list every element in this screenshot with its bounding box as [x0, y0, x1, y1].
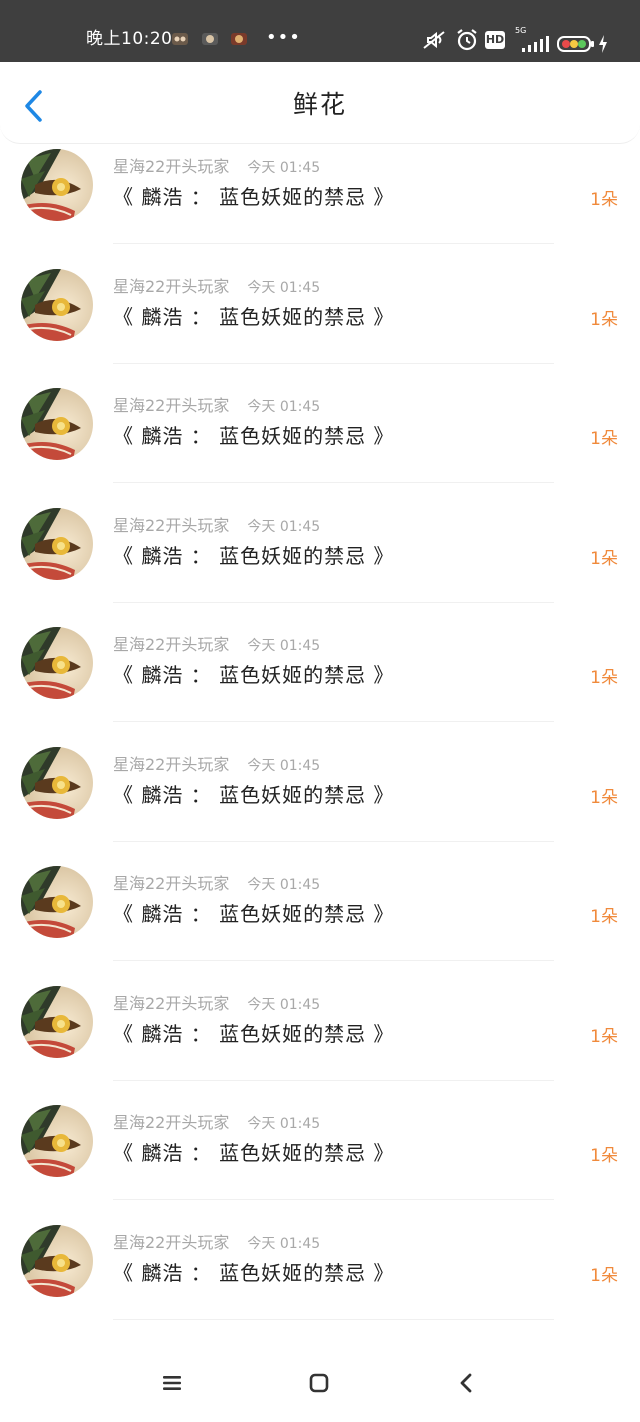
sender-name[interactable]: 星海22开头玩家	[113, 635, 229, 654]
avatar[interactable]	[21, 268, 93, 341]
flower-count: 1朵	[590, 1265, 618, 1286]
menu-icon[interactable]	[157, 1368, 187, 1398]
row-divider	[113, 1318, 554, 1320]
list-item[interactable]: 星海22开头玩家 今天 01:45 《 麟浩 ： 蓝色妖姬的禁忌 》 1朵	[0, 1100, 640, 1220]
page-title: 鲜花	[292, 90, 347, 119]
mute-icon	[423, 31, 445, 49]
record-time: 今天 01:45	[247, 1235, 321, 1252]
app-icon-c	[230, 31, 248, 47]
row-divider	[113, 721, 554, 722]
record-meta: 星海22开头玩家 今天 01:45	[113, 276, 320, 299]
back-chevron-icon[interactable]	[451, 1368, 481, 1398]
app-icon-a	[171, 31, 189, 47]
row-divider	[113, 840, 554, 842]
sender-name[interactable]: 星海22开头玩家	[113, 1233, 229, 1252]
record-time: 今天 01:45	[247, 996, 321, 1013]
book-title[interactable]: 《 麟浩 ： 蓝色妖姬的禁忌 》	[113, 661, 394, 689]
record-meta: 星海22开头玩家 今天 01:45	[113, 156, 320, 179]
alarm-icon	[457, 29, 477, 51]
system-nav-bar	[0, 1344, 640, 1422]
sender-name[interactable]: 星海22开头玩家	[113, 157, 229, 176]
row-divider	[113, 1199, 554, 1200]
avatar[interactable]	[21, 627, 93, 699]
record-meta: 星海22开头玩家 今天 01:45	[113, 754, 320, 777]
record-meta: 星海22开头玩家 今天 01:45	[113, 515, 320, 538]
signal-icon	[522, 36, 549, 52]
book-title[interactable]: 《 麟浩 ： 蓝色妖姬的禁忌 》	[113, 1259, 394, 1287]
flower-count: 1朵	[590, 668, 618, 688]
row-divider	[113, 362, 554, 364]
row-divider	[113, 243, 554, 244]
record-time: 今天 01:45	[247, 160, 321, 176]
row-divider	[113, 1079, 554, 1081]
avatar[interactable]	[21, 866, 93, 938]
row-divider	[113, 960, 554, 961]
record-time: 今天 01:45	[247, 1116, 321, 1132]
flower-count: 1朵	[590, 787, 618, 808]
sender-name[interactable]: 星海22开头玩家	[113, 994, 229, 1013]
record-meta: 星海22开头玩家 今天 01:45	[113, 395, 320, 418]
record-meta: 星海22开头玩家 今天 01:45	[113, 634, 320, 657]
record-meta: 星海22开头玩家 今天 01:45	[113, 993, 320, 1016]
flower-count: 1朵	[590, 429, 618, 449]
list-item[interactable]: 星海22开头玩家 今天 01:45 《 麟浩 ： 蓝色妖姬的禁忌 》 1朵	[0, 383, 640, 503]
home-square-icon[interactable]	[304, 1368, 334, 1398]
flower-record-list[interactable]: 星海22开头玩家 今天 01:45 《 麟浩 ： 蓝色妖姬的禁忌 》 1朵 星海22开…	[0, 144, 640, 1344]
flower-count: 1朵	[590, 1146, 618, 1166]
app-icon-b	[201, 31, 219, 47]
book-title[interactable]: 《 麟浩 ： 蓝色妖姬的禁忌 》	[113, 542, 394, 570]
flower-count: 1朵	[590, 1026, 618, 1047]
record-time: 今天 01:45	[247, 638, 321, 654]
record-time: 今天 01:45	[247, 279, 321, 296]
list-item[interactable]: 星海22开头玩家 今天 01:45 《 麟浩 ： 蓝色妖姬的禁忌 》 1朵	[0, 503, 640, 623]
flower-count: 1朵	[590, 907, 618, 927]
list-item[interactable]: 星海22开头玩家 今天 01:45 《 麟浩 ： 蓝色妖姬的禁忌 》 1朵	[0, 144, 640, 264]
status-time: 晚上10:20	[86, 29, 173, 49]
charging-icon	[599, 35, 607, 53]
more-notifications-icon: •••	[266, 27, 301, 48]
sender-name[interactable]: 星海22开头玩家	[113, 874, 229, 893]
avatar[interactable]	[21, 1224, 93, 1297]
list-item[interactable]: 星海22开头玩家 今天 01:45 《 麟浩 ： 蓝色妖姬的禁忌 》 1朵	[0, 1220, 640, 1340]
avatar[interactable]	[21, 746, 93, 819]
book-title[interactable]: 《 麟浩 ： 蓝色妖姬的禁忌 》	[113, 422, 394, 450]
flower-count: 1朵	[590, 548, 618, 569]
book-title[interactable]: 《 麟浩 ： 蓝色妖姬的禁忌 》	[113, 183, 394, 211]
flower-count: 1朵	[590, 309, 618, 330]
list-item[interactable]: 星海22开头玩家 今天 01:45 《 麟浩 ： 蓝色妖姬的禁忌 》 1朵	[0, 264, 640, 384]
header: 鲜花	[0, 62, 640, 144]
avatar[interactable]	[21, 507, 93, 580]
sender-name[interactable]: 星海22开头玩家	[113, 277, 229, 296]
book-title[interactable]: 《 麟浩 ： 蓝色妖姬的禁忌 》	[113, 1139, 394, 1167]
sender-name[interactable]: 星海22开头玩家	[113, 516, 229, 535]
list-item[interactable]: 星海22开头玩家 今天 01:45 《 麟浩 ： 蓝色妖姬的禁忌 》 1朵	[0, 742, 640, 862]
avatar[interactable]	[21, 149, 93, 221]
avatar[interactable]	[21, 388, 93, 460]
row-divider	[113, 601, 554, 603]
hd-icon: HD	[485, 31, 505, 49]
book-title[interactable]: 《 麟浩 ： 蓝色妖姬的禁忌 》	[113, 900, 394, 928]
list-item[interactable]: 星海22开头玩家 今天 01:45 《 麟浩 ： 蓝色妖姬的禁忌 》 1朵	[0, 981, 640, 1101]
record-time: 今天 01:45	[247, 757, 321, 774]
book-title[interactable]: 《 麟浩 ： 蓝色妖姬的禁忌 》	[113, 303, 394, 331]
book-title[interactable]: 《 麟浩 ： 蓝色妖姬的禁忌 》	[113, 781, 394, 809]
record-meta: 星海22开头玩家 今天 01:45	[113, 873, 320, 896]
record-meta: 星海22开头玩家 今天 01:45	[113, 1232, 320, 1255]
sender-name[interactable]: 星海22开头玩家	[113, 755, 229, 774]
battery-icon	[557, 36, 594, 52]
avatar[interactable]	[21, 985, 93, 1058]
row-divider	[113, 482, 554, 483]
record-time: 今天 01:45	[247, 877, 321, 893]
list-item[interactable]: 星海22开头玩家 今天 01:45 《 麟浩 ： 蓝色妖姬的禁忌 》 1朵	[0, 861, 640, 981]
record-time: 今天 01:45	[247, 518, 321, 535]
list-item[interactable]: 星海22开头玩家 今天 01:45 《 麟浩 ： 蓝色妖姬的禁忌 》 1朵	[0, 622, 640, 742]
avatar[interactable]	[21, 1105, 93, 1177]
book-title[interactable]: 《 麟浩 ： 蓝色妖姬的禁忌 》	[113, 1020, 394, 1048]
flower-count: 1朵	[590, 190, 618, 210]
record-time: 今天 01:45	[247, 399, 321, 415]
status-bar: 晚上10:20 ••• HD 5G	[0, 0, 640, 62]
record-meta: 星海22开头玩家 今天 01:45	[113, 1112, 320, 1135]
sender-name[interactable]: 星海22开头玩家	[113, 1113, 229, 1132]
sender-name[interactable]: 星海22开头玩家	[113, 396, 229, 415]
